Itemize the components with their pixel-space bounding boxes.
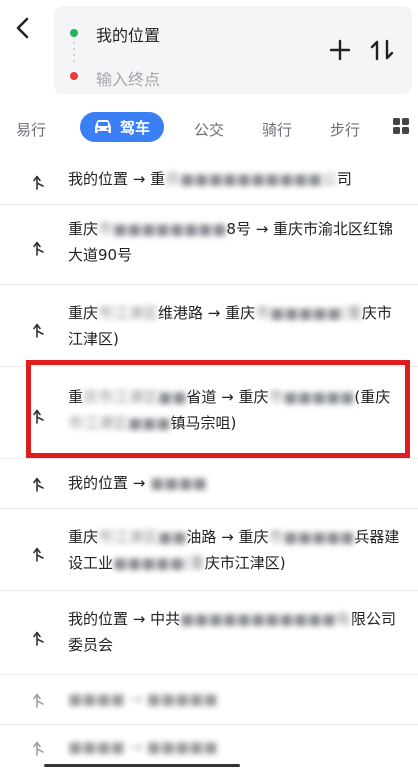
tab-cycle[interactable]: 骑行: [262, 119, 292, 140]
list-item[interactable]: ■■■■ → ■■■■■: [0, 674, 418, 725]
car-icon: [95, 120, 111, 133]
tab-easy[interactable]: 易行: [16, 119, 46, 140]
turn-arrow-icon: [33, 241, 44, 256]
tab-walk[interactable]: 步行: [330, 119, 360, 140]
tab-drive-label: 驾车: [120, 118, 151, 137]
transport-tabs: 易行 驾车 公交 骑行 步行: [0, 100, 418, 154]
route-text: 重庆市■■■■■■■■8号 → 重庆市渝北区红锦大道90号: [68, 220, 394, 264]
route-text: 我的位置 → 中共■■■■■■■■■■■有限公司委员会: [68, 610, 397, 654]
list-item[interactable]: 重庆市■■■■■■■■8号 → 重庆市渝北区红锦大道90号: [0, 204, 418, 285]
list-item[interactable]: 我的位置 → 中共■■■■■■■■■■■有限公司委员会: [0, 590, 418, 675]
route-text: 我的位置 → 重庆■■■■■■■■■■公司: [68, 170, 352, 188]
tab-bus[interactable]: 公交: [194, 119, 224, 140]
turn-arrow-icon: [33, 741, 44, 756]
route-text: ■■■■ → ■■■■■: [68, 690, 218, 708]
end-dot-icon: [70, 72, 78, 80]
grid-menu-icon[interactable]: [393, 118, 409, 134]
end-field[interactable]: 输入终点: [96, 66, 160, 90]
turn-arrow-icon: [33, 477, 44, 492]
route-text: 我的位置 → ■■■■: [68, 474, 207, 492]
route-input-box: 我的位置 输入终点: [54, 6, 412, 94]
turn-arrow-icon: [33, 547, 44, 562]
route-history-list: 我的位置 → 重庆■■■■■■■■■■公司 重庆市■■■■■■■■8号 → 重庆…: [0, 154, 418, 770]
turn-arrow-icon: [33, 323, 44, 338]
list-item[interactable]: 重庆市江津区维港路 → 重庆市■■■■■(重庆市江津区): [0, 284, 418, 367]
home-indicator: [44, 764, 240, 767]
swap-icon[interactable]: [368, 36, 396, 64]
route-header: 我的位置 输入终点: [0, 0, 418, 100]
back-arrow-icon[interactable]: [12, 14, 36, 42]
start-field[interactable]: 我的位置: [96, 22, 160, 46]
turn-arrow-icon: [33, 693, 44, 708]
selected-route-highlight: [26, 360, 410, 458]
route-text: ■■■■ → ■■■■■: [68, 738, 218, 756]
route-text: 重庆市江津区维港路 → 重庆市■■■■■(重庆市江津区): [68, 304, 392, 348]
add-icon[interactable]: [326, 36, 354, 64]
route-text: 重庆市江津区■■油路 → 重庆市■■■■■兵器建设工业■■■■■(重庆市江津区): [68, 528, 400, 572]
list-item[interactable]: 重庆市江津区■■油路 → 重庆市■■■■■兵器建设工业■■■■■(重庆市江津区): [0, 508, 418, 591]
list-item[interactable]: 我的位置 → ■■■■: [0, 458, 418, 509]
tab-drive[interactable]: 驾车: [80, 112, 165, 142]
turn-arrow-icon: [33, 631, 44, 646]
start-dot-icon: [70, 29, 78, 37]
list-item[interactable]: 我的位置 → 重庆■■■■■■■■■■公司: [0, 154, 418, 205]
turn-arrow-icon: [33, 175, 44, 190]
